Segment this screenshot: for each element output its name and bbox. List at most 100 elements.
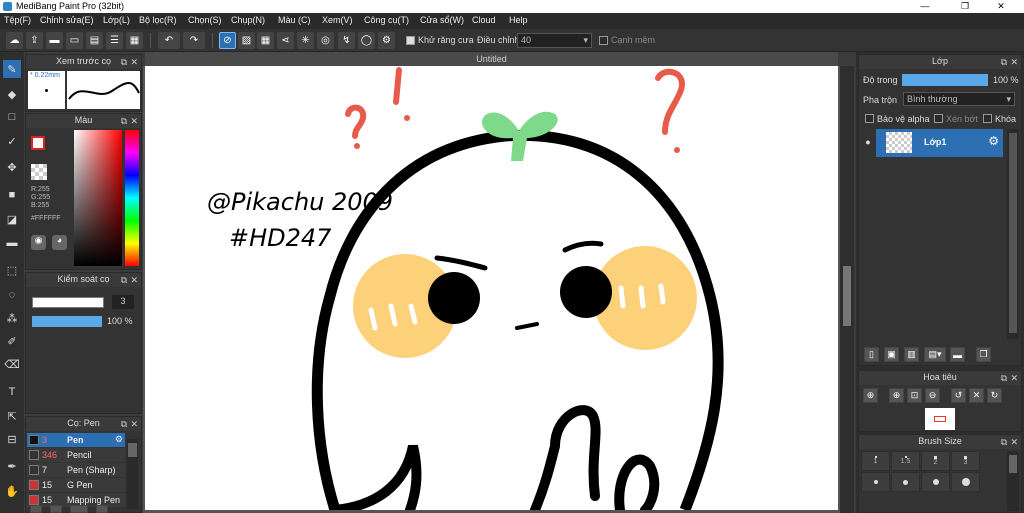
gear-icon[interactable]: ⚙ [115, 434, 123, 445]
folder-icon[interactable]: ▬ [950, 347, 965, 362]
concentric-snap-icon[interactable]: ◯ [358, 32, 375, 49]
move-tool-icon[interactable]: ✥ [3, 158, 21, 176]
dot-tool-icon[interactable]: ✓ [3, 132, 21, 150]
menu-tools[interactable]: Công cụ(T) [364, 15, 409, 25]
undo-icon[interactable]: ↶ [158, 32, 180, 49]
new-layer-icon[interactable]: ▯ [864, 347, 879, 362]
size-cell-large[interactable] [921, 472, 950, 492]
fit-icon[interactable]: ⊡ [907, 388, 922, 403]
size-cell-large[interactable] [861, 472, 890, 492]
canvas-vertical-scrollbar[interactable] [840, 66, 854, 513]
document-icon[interactable]: ▤ [86, 32, 103, 49]
menu-filter[interactable]: Bộ lọc(R) [139, 15, 177, 25]
restore-button[interactable]: ❐ [950, 0, 980, 13]
share-icon[interactable]: ⇪ [26, 32, 43, 49]
scrollbar-thumb[interactable] [843, 266, 851, 326]
foreground-color-swatch[interactable] [31, 136, 45, 150]
drawing-canvas[interactable]: @Pikachu 2009 #HD247 [145, 66, 838, 510]
size-cell-large[interactable] [951, 472, 980, 492]
size-cell-2[interactable]: 2 [921, 451, 950, 471]
layer-opacity-slider[interactable] [902, 74, 988, 86]
size-cell-large[interactable] [891, 472, 920, 492]
zoom-out-icon[interactable]: ⊖ [925, 388, 940, 403]
bucket-tool-icon[interactable]: ◪ [3, 210, 21, 228]
eye-icon[interactable]: ● [861, 129, 875, 155]
rotate-left-icon[interactable]: ↺ [951, 388, 966, 403]
lasso-tool-icon[interactable]: ◌ [3, 286, 21, 304]
select-tool-icon[interactable]: ⬚ [3, 261, 21, 279]
brush-item-pen[interactable]: 3 Pen ⚙ [27, 433, 125, 447]
hand-tool-icon[interactable]: ✋ [3, 482, 21, 500]
circle-snap-icon[interactable]: ◎ [317, 32, 334, 49]
brush-item-pen-sharp[interactable]: 7 Pen (Sharp) [27, 463, 125, 477]
size-cell-3[interactable]: 3 [951, 451, 980, 471]
curve-snap-icon[interactable]: ↯ [338, 32, 355, 49]
text-tool-icon[interactable]: T [3, 383, 21, 401]
magic-wand-tool-icon[interactable]: ⁂ [3, 309, 21, 327]
menu-cloud[interactable]: Cloud [472, 15, 496, 25]
correction-dropdown[interactable]: 40 ▾ [517, 33, 592, 48]
saturation-value-picker[interactable] [74, 130, 122, 266]
copy-brush-icon[interactable] [50, 505, 62, 513]
brush-size-scrollbar[interactable] [1007, 451, 1019, 511]
antialias-checkbox[interactable] [406, 36, 415, 45]
scrollbar-thumb[interactable] [1009, 133, 1017, 333]
grid-snap-icon[interactable]: ▦ [257, 32, 274, 49]
close-icon[interactable]: ✕ [130, 56, 138, 69]
add-brush-icon[interactable] [30, 505, 42, 513]
zoom-in-icon[interactable]: ⊕ [863, 388, 878, 403]
close-button[interactable]: ✕ [986, 0, 1016, 13]
protect-alpha-checkbox[interactable] [865, 114, 874, 123]
menu-file[interactable]: Tệp(F) [4, 15, 31, 25]
menu-view[interactable]: Xem(V) [322, 15, 353, 25]
color-picker-icon[interactable]: ◕ [52, 235, 67, 250]
brush-item-g-pen[interactable]: 15 G Pen [27, 478, 125, 492]
new-halftone-layer-icon[interactable]: ▣ [884, 347, 899, 362]
brush-item-pencil[interactable]: 346 Pencil [27, 448, 125, 462]
gradient-tool-icon[interactable]: ▬ [3, 234, 21, 252]
parallel-snap-icon[interactable]: ▨ [238, 32, 255, 49]
settings-snap-icon[interactable]: ⚙ [378, 32, 395, 49]
blend-mode-dropdown[interactable]: Bình thường ▾ [903, 92, 1015, 106]
popout-icon[interactable]: ⧉ [121, 56, 127, 69]
gear-icon[interactable]: ⚙ [988, 134, 999, 148]
list-icon[interactable]: ☰ [106, 32, 123, 49]
soft-edge-checkbox[interactable] [599, 36, 608, 45]
perspective-snap-icon[interactable]: ⋖ [277, 32, 294, 49]
navigator-preview[interactable] [925, 408, 955, 430]
menu-edit[interactable]: Chỉnh sửa(E) [40, 15, 94, 25]
close-icon[interactable]: ✕ [1010, 56, 1018, 69]
menu-capture[interactable]: Chụp(N) [231, 15, 265, 25]
fill-shape-tool-icon[interactable]: ■ [3, 186, 21, 204]
brush-list-scrollbar[interactable] [127, 439, 138, 509]
operation-tool-icon[interactable]: ⇱ [3, 407, 21, 425]
menu-help[interactable]: Help [509, 15, 528, 25]
select-eraser-tool-icon[interactable]: ⌫ [3, 355, 21, 373]
cloud-icon[interactable]: ☁ [6, 32, 23, 49]
close-icon[interactable]: ✕ [130, 418, 138, 431]
snap-off-icon[interactable]: ⊘ [219, 32, 236, 49]
menu-color[interactable]: Màu (C) [278, 15, 311, 25]
close-icon[interactable]: ✕ [1010, 436, 1018, 449]
new-8bit-layer-icon[interactable]: ▥ [904, 347, 919, 362]
hue-slider[interactable] [125, 130, 139, 266]
popout-icon[interactable]: ⧉ [1001, 436, 1007, 449]
duplicate-layer-icon[interactable]: ❐ [976, 347, 991, 362]
popout-icon[interactable]: ⧉ [121, 274, 127, 287]
brush-size-slider[interactable] [32, 297, 104, 308]
zoom-in-alt-icon[interactable]: ⊕ [889, 388, 904, 403]
rotate-right-icon[interactable]: ↻ [987, 388, 1002, 403]
size-cell-1-5[interactable]: 1.5 [891, 451, 920, 471]
radial-snap-icon[interactable]: ✳ [297, 32, 314, 49]
menu-window[interactable]: Cửa sổ(W) [420, 15, 464, 25]
brush-tool-icon[interactable]: ✎ [3, 60, 21, 78]
close-icon[interactable]: ✕ [1010, 372, 1018, 385]
grid-icon[interactable]: ▦ [126, 32, 143, 49]
comment-icon[interactable]: ▬ [46, 32, 63, 49]
reset-view-icon[interactable]: ✕ [969, 388, 984, 403]
brush-size-field[interactable]: 3 [112, 295, 134, 309]
divide-tool-icon[interactable]: ⊟ [3, 430, 21, 448]
size-cell-1[interactable]: 1 [861, 451, 890, 471]
add-layer-menu-icon[interactable]: ▤▾ [924, 347, 946, 362]
close-icon[interactable]: ✕ [130, 115, 138, 128]
